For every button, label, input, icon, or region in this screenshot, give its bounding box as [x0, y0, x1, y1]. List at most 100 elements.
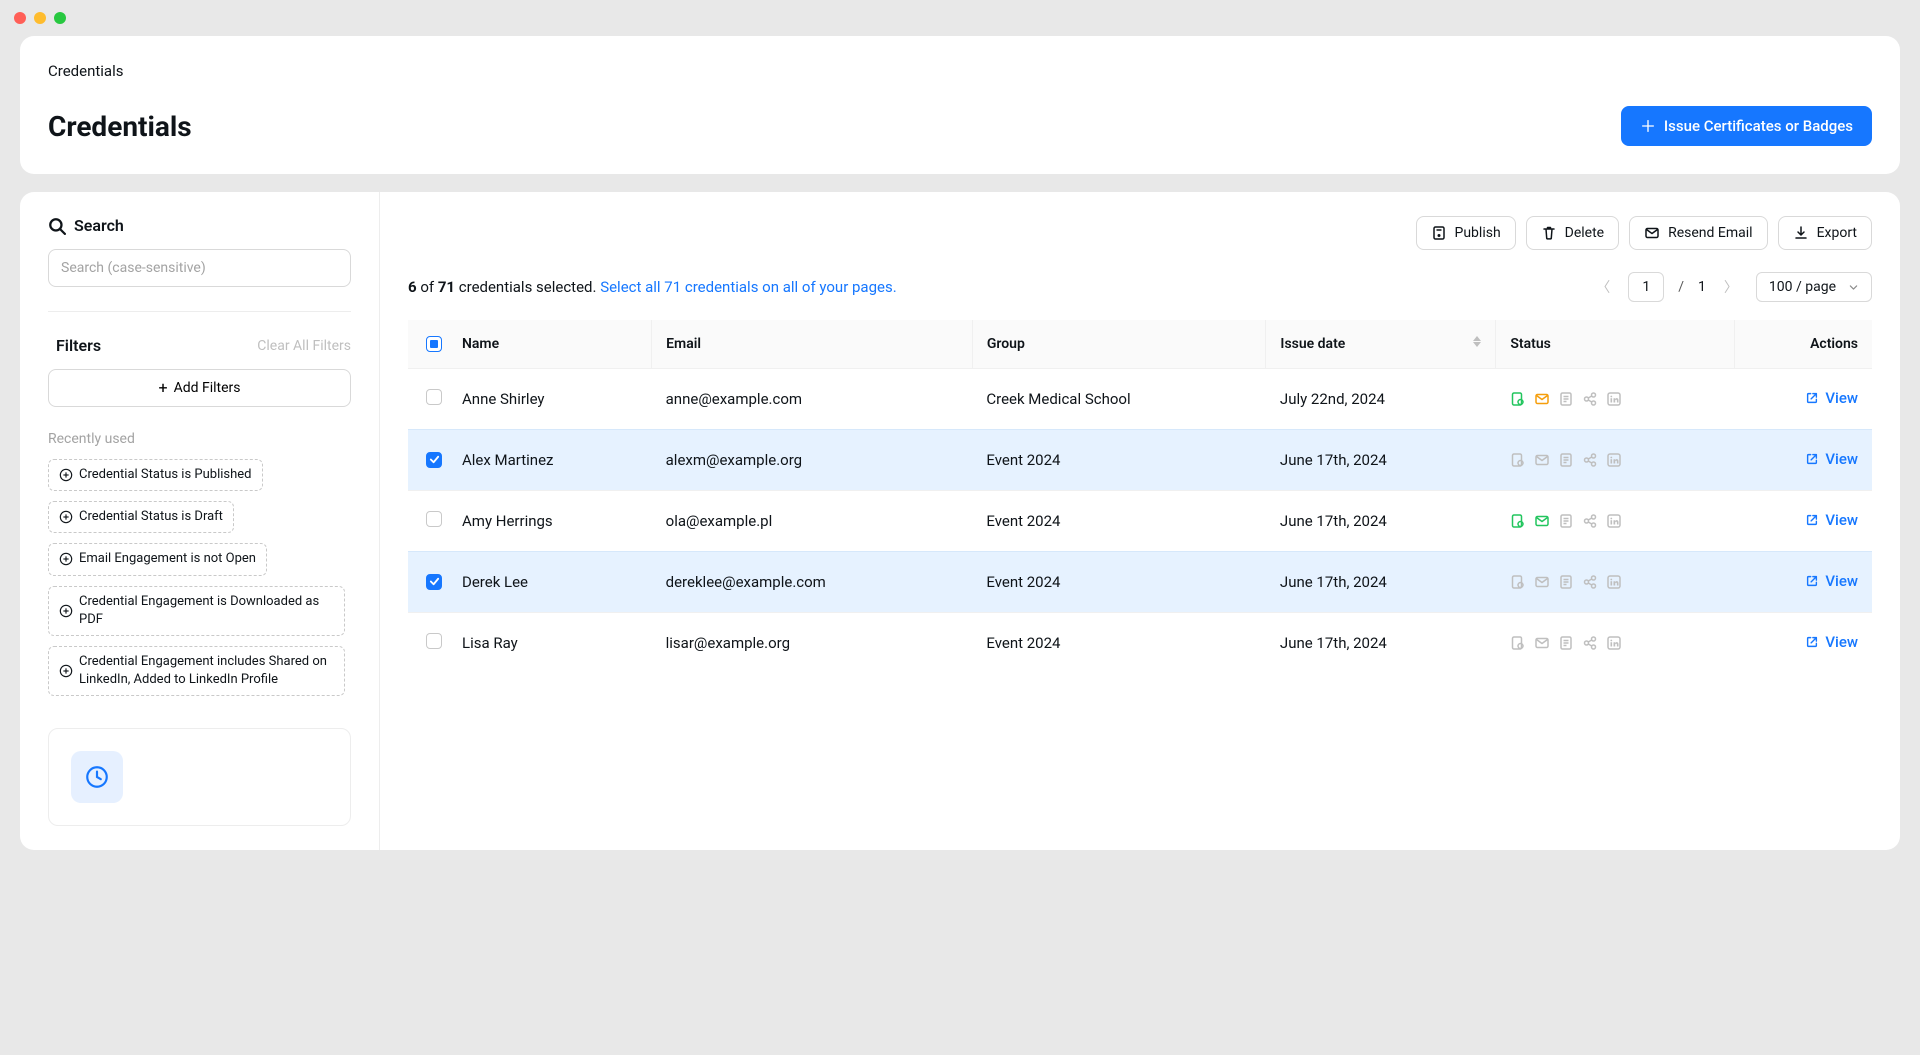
table-row: Amy Herringsola@example.plEvent 2024June… — [408, 491, 1872, 552]
cert-status-icon — [1510, 513, 1526, 529]
per-page-select[interactable]: 100 / page — [1756, 272, 1872, 302]
cell-name: Anne Shirley — [448, 369, 652, 430]
pagination: 〈 1 / 1 〉 100 / page — [1592, 272, 1872, 302]
mail-status-icon — [1534, 635, 1550, 651]
view-link[interactable]: View — [1805, 511, 1858, 529]
col-group[interactable]: Group — [972, 320, 1266, 369]
next-page-button[interactable]: 〉 — [1720, 273, 1742, 301]
view-label: View — [1825, 633, 1858, 651]
filters-heading: Filters — [48, 336, 101, 355]
cell-group: Event 2024 — [972, 552, 1266, 613]
cell-name: Amy Herrings — [448, 491, 652, 552]
col-status[interactable]: Status — [1496, 320, 1735, 369]
table-row: Lisa Raylisar@example.orgEvent 2024June … — [408, 613, 1872, 674]
cell-issue-date: June 17th, 2024 — [1266, 430, 1496, 491]
external-link-icon — [1805, 452, 1819, 466]
per-page-label: 100 / page — [1769, 279, 1836, 295]
status-icons — [1510, 635, 1721, 651]
doc-status-icon — [1558, 513, 1574, 529]
clear-all-filters-link[interactable]: Clear All Filters — [257, 338, 351, 354]
content-area: Publish Delete Resend Email Export 6 of … — [380, 192, 1900, 850]
row-checkbox[interactable] — [426, 389, 442, 405]
close-window-icon[interactable] — [14, 12, 26, 24]
resend-email-button[interactable]: Resend Email — [1629, 216, 1767, 250]
credentials-table: Name Email Group Issue date Status Actio… — [408, 320, 1872, 673]
plus-circle-icon — [59, 510, 73, 524]
mail-status-icon — [1534, 574, 1550, 590]
col-issue-date[interactable]: Issue date — [1266, 320, 1496, 369]
main-card: Search Filters Clear All Filters + Add F… — [20, 192, 1900, 850]
cell-issue-date: June 17th, 2024 — [1266, 491, 1496, 552]
linkedin-status-icon — [1606, 391, 1622, 407]
view-link[interactable]: View — [1805, 450, 1858, 468]
view-link[interactable]: View — [1805, 633, 1858, 651]
search-heading: Search — [48, 216, 351, 235]
col-email[interactable]: Email — [652, 320, 973, 369]
issue-certificates-button[interactable]: Issue Certificates or Badges — [1621, 106, 1872, 146]
view-label: View — [1825, 389, 1858, 407]
window-titlebar — [0, 0, 1920, 36]
clock-icon — [71, 751, 123, 803]
cell-email: lisar@example.org — [652, 613, 973, 674]
external-link-icon — [1805, 574, 1819, 588]
cell-issue-date: June 17th, 2024 — [1266, 552, 1496, 613]
search-input[interactable] — [48, 249, 351, 287]
recently-used-label: Recently used — [48, 431, 351, 447]
view-link[interactable]: View — [1805, 572, 1858, 590]
maximize-window-icon[interactable] — [54, 12, 66, 24]
view-label: View — [1825, 511, 1858, 529]
search-heading-label: Search — [74, 216, 124, 235]
recent-filter-chip[interactable]: Credential Status is Published — [48, 459, 263, 491]
cell-email: anne@example.com — [652, 369, 973, 430]
row-checkbox[interactable] — [426, 452, 442, 468]
chip-label: Credential Status is Published — [79, 466, 252, 484]
chip-label: Credential Engagement is Downloaded as P… — [79, 593, 334, 629]
view-link[interactable]: View — [1805, 389, 1858, 407]
header-card: Credentials Credentials Issue Certificat… — [20, 36, 1900, 174]
publish-button[interactable]: Publish — [1416, 216, 1516, 250]
linkedin-status-icon — [1606, 574, 1622, 590]
current-page-input[interactable]: 1 — [1628, 272, 1664, 302]
total-pages: 1 — [1698, 279, 1706, 295]
selected-count: 6 — [408, 278, 417, 296]
add-filters-label: Add Filters — [174, 380, 241, 396]
row-checkbox[interactable] — [426, 633, 442, 649]
filters-heading-label: Filters — [56, 336, 101, 355]
mail-status-icon — [1534, 452, 1550, 468]
selection-summary: 6 of 71 credentials selected. Select all… — [408, 278, 897, 296]
recent-filter-chip[interactable]: Credential Engagement is Downloaded as P… — [48, 586, 345, 636]
cell-email: alexm@example.org — [652, 430, 973, 491]
trash-icon — [1541, 225, 1557, 241]
linkedin-status-icon — [1606, 635, 1622, 651]
issue-button-label: Issue Certificates or Badges — [1664, 117, 1853, 135]
select-all-link[interactable]: Select all 71 credentials on all of your… — [600, 278, 896, 296]
export-button[interactable]: Export — [1778, 216, 1872, 250]
add-filters-button[interactable]: + Add Filters — [48, 369, 351, 407]
minimize-window-icon[interactable] — [34, 12, 46, 24]
page-title: Credentials — [48, 110, 192, 143]
recent-filter-chip[interactable]: Email Engagement is not Open — [48, 543, 267, 575]
recent-filter-chip[interactable]: Credential Engagement includes Shared on… — [48, 646, 345, 696]
resend-label: Resend Email — [1668, 225, 1752, 241]
select-all-checkbox[interactable] — [426, 336, 442, 352]
row-checkbox[interactable] — [426, 511, 442, 527]
cell-group: Event 2024 — [972, 430, 1266, 491]
table-row: Alex Martinezalexm@example.orgEvent 2024… — [408, 430, 1872, 491]
delete-button[interactable]: Delete — [1526, 216, 1619, 250]
col-name[interactable]: Name — [448, 320, 652, 369]
mail-icon — [1644, 225, 1660, 241]
row-checkbox[interactable] — [426, 574, 442, 590]
search-icon — [48, 217, 66, 235]
doc-status-icon — [1558, 391, 1574, 407]
external-link-icon — [1805, 391, 1819, 405]
external-link-icon — [1805, 635, 1819, 649]
cell-name: Lisa Ray — [448, 613, 652, 674]
recent-filter-chip[interactable]: Credential Status is Draft — [48, 501, 234, 533]
breadcrumb: Credentials — [48, 62, 1872, 80]
cert-status-icon — [1510, 574, 1526, 590]
prev-page-button[interactable]: 〈 — [1592, 273, 1614, 301]
cert-status-icon — [1510, 635, 1526, 651]
chevron-down-icon — [1848, 282, 1859, 293]
export-label: Export — [1817, 225, 1857, 241]
publish-icon — [1431, 225, 1447, 241]
